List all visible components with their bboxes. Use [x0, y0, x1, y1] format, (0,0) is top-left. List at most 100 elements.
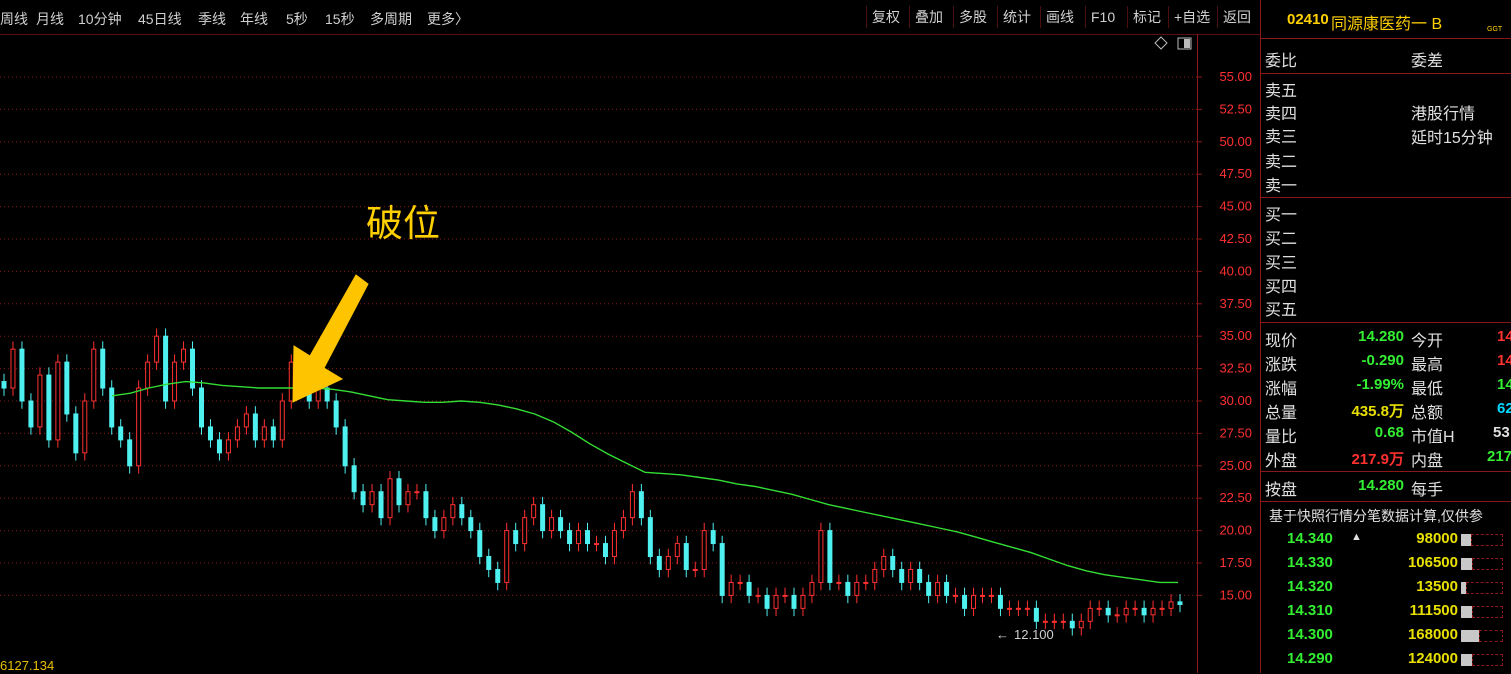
tick-volume: 13500 — [1416, 578, 1458, 595]
candle-body — [163, 335, 169, 402]
divider — [1261, 73, 1511, 74]
candle-body — [243, 413, 249, 428]
ask-5-label: 卖五 — [1265, 83, 1298, 100]
quote-label: 最低 — [1411, 381, 1444, 398]
multi-stock-button[interactable]: 多股 — [953, 6, 987, 28]
candle-body — [1159, 607, 1165, 610]
candle-body — [863, 581, 869, 584]
candle-body — [1078, 620, 1084, 629]
candle-body — [540, 504, 546, 532]
y-tick-label: 50.00 — [1219, 134, 1252, 149]
candle-body — [495, 568, 501, 583]
y-tick-label: 45.00 — [1219, 199, 1252, 214]
statistics-button[interactable]: 统计 — [997, 6, 1031, 28]
candle-body — [692, 568, 698, 571]
mark-button[interactable]: 标记 — [1127, 6, 1161, 28]
close-price: 14.280 — [1358, 477, 1404, 494]
diamond-icon[interactable] — [1154, 36, 1168, 50]
candle-body — [962, 594, 968, 609]
y-tick-label: 32.50 — [1219, 361, 1252, 376]
period-multi[interactable]: 多周期 — [370, 9, 412, 29]
quote-panel: 02410 同源康医药一 B GGT 委比 委差 卖五 卖四 卖三 卖二 卖一 … — [1260, 0, 1511, 673]
tick-volume: 124000 — [1407, 650, 1458, 667]
divider — [1261, 197, 1511, 198]
period-15sec[interactable]: 15秒 — [325, 9, 355, 29]
tick-row[interactable]: 14.310 111500 — [1261, 602, 1511, 626]
quote-label: 市值H — [1411, 429, 1455, 446]
candle-series — [1, 328, 1183, 636]
candle-body — [252, 413, 258, 441]
tick-row[interactable]: 14.330 106500 — [1261, 554, 1511, 578]
candle-body — [755, 594, 761, 597]
period-5sec[interactable]: 5秒 — [286, 9, 308, 29]
candle-body — [118, 426, 124, 441]
period-monthly[interactable]: 月线 — [36, 9, 64, 29]
period-10min[interactable]: 10分钟 — [78, 9, 122, 29]
candle-body — [270, 426, 276, 441]
tick-volume-bar — [1461, 654, 1472, 666]
y-tick-label: 35.00 — [1219, 328, 1252, 343]
candle-body — [261, 426, 267, 441]
y-tick-label: 17.50 — [1219, 555, 1252, 570]
y-tick-label: 42.50 — [1219, 231, 1252, 246]
candle-body — [1060, 620, 1066, 623]
period-more[interactable]: 更多〉 — [427, 9, 469, 29]
tick-row[interactable]: 14.340 ▲ 98000 — [1261, 530, 1511, 554]
candlestick-chart[interactable]: 55.00 52.50 50.00 47.50 45.00 42.50 40.00 37.50… — [0, 34, 1260, 673]
tick-volume-track — [1471, 534, 1503, 546]
adjust-button[interactable]: 复权 — [866, 6, 900, 28]
ask-3-label: 卖三 — [1265, 129, 1298, 146]
candle-body — [944, 581, 950, 596]
candle-body — [701, 530, 707, 570]
quote-value: 14 — [1497, 328, 1511, 345]
ask-4-label: 卖四 — [1265, 106, 1298, 123]
draw-line-button[interactable]: 画线 — [1040, 6, 1074, 28]
period-weekly[interactable]: 周线 — [0, 9, 28, 29]
candle-body — [629, 491, 635, 519]
stock-name: 同源康医药一 B — [1331, 16, 1443, 33]
candle-body — [719, 543, 725, 596]
panel-toggle-icon[interactable] — [1177, 37, 1192, 50]
delay-notice-line1: 港股行情 — [1411, 106, 1476, 123]
chart-grid — [0, 76, 1197, 596]
stock-header: 02410 同源康医药一 B GGT — [1261, 0, 1511, 39]
candle-body — [1015, 607, 1021, 610]
candle-body — [1051, 620, 1057, 623]
tick-row[interactable]: 14.290 124000 — [1261, 650, 1511, 674]
overlay-button[interactable]: 叠加 — [909, 6, 943, 28]
tick-volume-track — [1466, 582, 1503, 594]
candle-body — [10, 348, 16, 389]
period-yearly[interactable]: 年线 — [240, 9, 268, 29]
bid-5-label: 买五 — [1265, 302, 1298, 319]
period-quarterly[interactable]: 季线 — [198, 9, 226, 29]
low-arrow-icon: ← — [996, 627, 1009, 642]
candle-body — [486, 556, 492, 570]
candle-body — [791, 594, 797, 609]
candle-body — [154, 335, 160, 363]
quote-value: 62 — [1497, 400, 1511, 417]
quote-label: 总额 — [1411, 405, 1444, 422]
y-tick-label: 30.00 — [1219, 393, 1252, 408]
candle-body — [55, 361, 61, 441]
quote-value: 0.68 — [1374, 424, 1404, 441]
candle-body — [387, 478, 393, 519]
tick-price: 14.300 — [1287, 626, 1333, 643]
quote-value: 435.8万 — [1351, 403, 1404, 420]
tick-price: 14.320 — [1287, 578, 1333, 595]
candle-body — [890, 556, 896, 570]
candle-body — [926, 581, 932, 596]
y-tick-label: 25.00 — [1219, 458, 1252, 473]
candle-body — [800, 594, 806, 609]
f10-button[interactable]: F10 — [1085, 6, 1115, 28]
tick-row[interactable]: 14.300 168000 — [1261, 626, 1511, 650]
period-45day[interactable]: 45日线 — [138, 9, 182, 29]
candle-body — [620, 517, 626, 532]
bid-1-label: 买一 — [1265, 207, 1298, 224]
add-watchlist-button[interactable]: +自选 — [1168, 6, 1210, 28]
candle-body — [91, 348, 97, 402]
candle-body — [576, 530, 582, 545]
back-button[interactable]: 返回 — [1217, 6, 1251, 28]
tick-row[interactable]: 14.320 13500 — [1261, 578, 1511, 602]
bottom-indicator-value: 6127.134 — [0, 658, 55, 673]
tick-volume-bar — [1461, 606, 1472, 618]
